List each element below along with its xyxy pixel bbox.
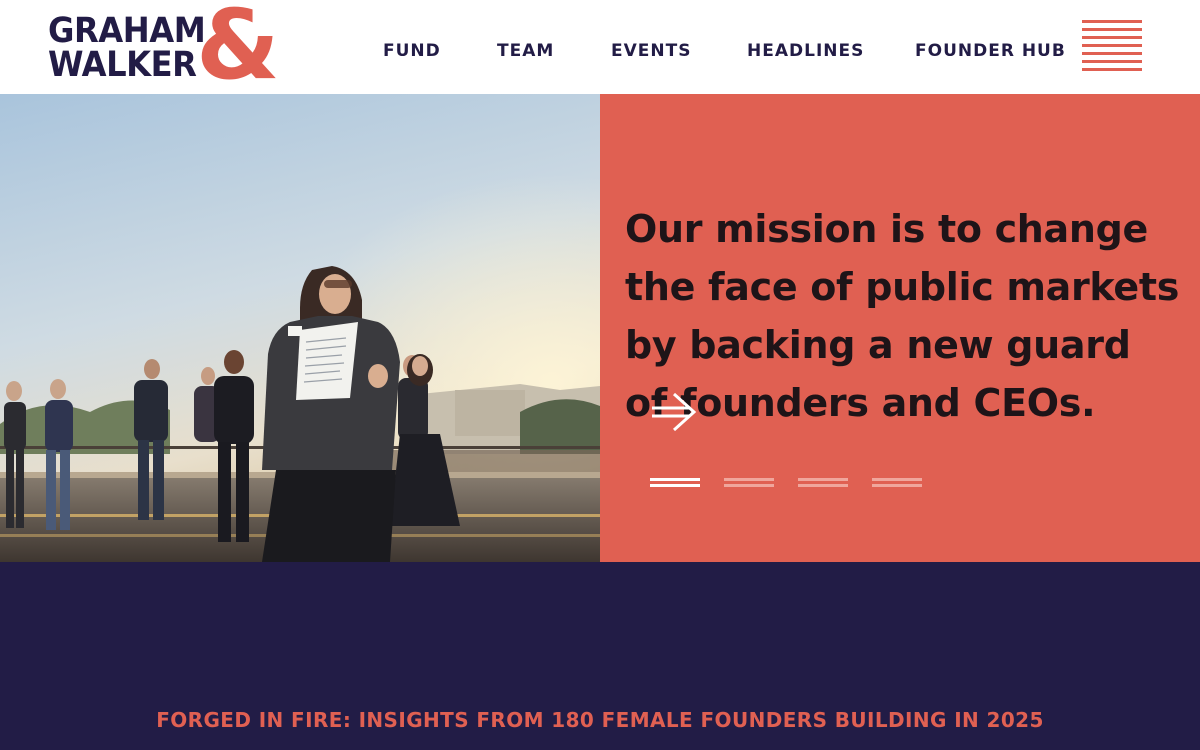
nav-item-team[interactable]: TEAM — [497, 40, 554, 62]
site-header: GRAHAM WALKER & FUND TEAM EVENTS HEADLIN… — [0, 0, 1200, 100]
hamburger-menu-icon[interactable] — [1082, 20, 1142, 72]
mission-panel: Our mission is to change the face of pub… — [600, 94, 1200, 562]
logo-word-graham: GRAHAM — [48, 11, 206, 51]
nav-item-headlines[interactable]: HEADLINES — [747, 40, 864, 62]
mission-statement: Our mission is to change the face of pub… — [625, 207, 1180, 425]
nav-item-events[interactable]: EVENTS — [611, 40, 691, 62]
nav-item-founder-hub[interactable]: FOUNDER HUB — [915, 40, 1066, 62]
slide-indicator-4[interactable] — [872, 478, 922, 490]
slide-indicator-3[interactable] — [798, 478, 848, 490]
slide-indicator-2[interactable] — [724, 478, 774, 490]
hero-photo — [0, 94, 600, 562]
logo-word-walker: WALKER — [48, 45, 197, 85]
hero-section: Our mission is to change the face of pub… — [0, 94, 1200, 562]
graham-walker-logo[interactable]: GRAHAM WALKER & — [48, 0, 280, 100]
nav-item-fund[interactable]: FUND — [383, 40, 441, 62]
slide-indicator-1[interactable] — [650, 478, 700, 490]
feature-section: FORGED IN FIRE: INSIGHTS FROM 180 FEMALE… — [0, 562, 1200, 750]
double-arrow-right-icon[interactable] — [650, 392, 698, 434]
logo-ampersand: & — [196, 0, 280, 101]
feature-headline-link[interactable]: FORGED IN FIRE: INSIGHTS FROM 180 FEMALE… — [0, 708, 1200, 732]
